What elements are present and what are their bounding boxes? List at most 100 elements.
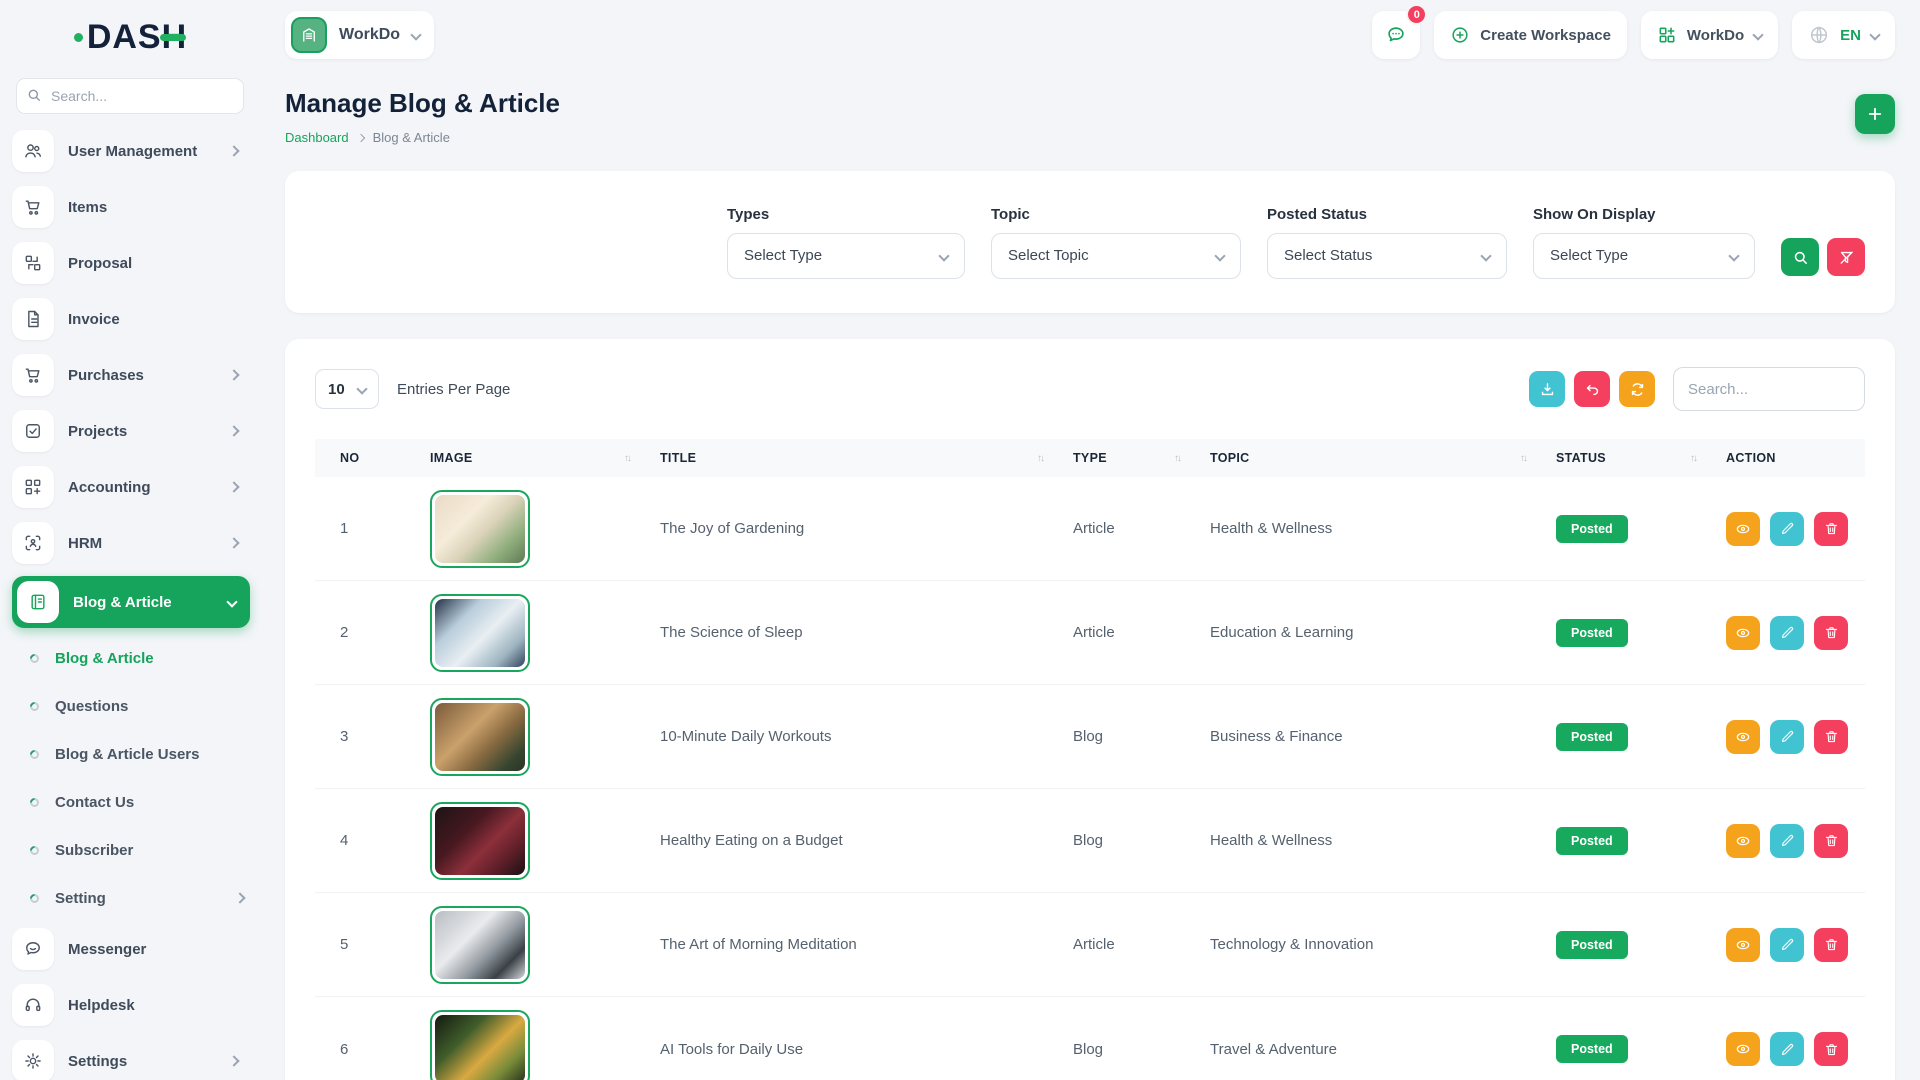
sidebar-search bbox=[16, 78, 244, 114]
sidebar-item-invoice[interactable]: Invoice bbox=[12, 296, 250, 342]
table-tools bbox=[1529, 367, 1865, 411]
status-select[interactable]: Select Status bbox=[1267, 233, 1507, 279]
col-type[interactable]: TYPE↑↓ bbox=[1073, 451, 1210, 465]
edit-button[interactable] bbox=[1770, 720, 1804, 754]
col-title[interactable]: TITLE↑↓ bbox=[660, 451, 1073, 465]
sidebar-item-proposal[interactable]: Proposal bbox=[12, 240, 250, 286]
view-button[interactable] bbox=[1726, 824, 1760, 858]
status-badge: Posted bbox=[1556, 619, 1628, 647]
view-button[interactable] bbox=[1726, 616, 1760, 650]
entries-per-page: 10 Entries Per Page bbox=[315, 369, 510, 409]
display-select[interactable]: Select Type bbox=[1533, 233, 1755, 279]
table-search bbox=[1673, 367, 1865, 411]
refresh-button[interactable] bbox=[1619, 371, 1655, 407]
sidebar-item-accounting[interactable]: Accounting bbox=[12, 464, 250, 510]
chevron-down-icon bbox=[1214, 250, 1225, 261]
sidebar-item-label: User Management bbox=[68, 143, 216, 160]
subitem-setting[interactable]: Setting bbox=[24, 878, 250, 918]
trash-icon bbox=[1824, 729, 1839, 744]
sidebar-item-hrm[interactable]: HRM bbox=[12, 520, 250, 566]
app-launcher-button[interactable]: WorkDo bbox=[1641, 11, 1778, 59]
delete-button[interactable] bbox=[1814, 928, 1848, 962]
filter-reset-button[interactable] bbox=[1827, 238, 1865, 276]
subitem-label: Contact Us bbox=[55, 794, 250, 811]
table-row: 1 The Joy of Gardening Article Health & … bbox=[315, 477, 1865, 581]
chevron-down-icon bbox=[410, 29, 421, 40]
app-launcher-label: WorkDo bbox=[1687, 27, 1744, 44]
messages-button[interactable]: 0 bbox=[1372, 11, 1420, 59]
sidebar-item-blog-article[interactable]: Blog & Article bbox=[12, 576, 250, 628]
sidebar-item-label: Settings bbox=[68, 1053, 216, 1070]
subitem-label: Setting bbox=[55, 890, 220, 907]
sidebar-item-purchases[interactable]: Purchases bbox=[12, 352, 250, 398]
col-status[interactable]: STATUS↑↓ bbox=[1556, 451, 1726, 465]
add-blog-button[interactable] bbox=[1855, 94, 1895, 134]
sidebar-item-label: Helpdesk bbox=[68, 997, 238, 1014]
workspace-selector[interactable]: WorkDo bbox=[285, 11, 434, 59]
edit-button[interactable] bbox=[1770, 1032, 1804, 1066]
edit-button[interactable] bbox=[1770, 824, 1804, 858]
filter-search-button[interactable] bbox=[1781, 238, 1819, 276]
view-button[interactable] bbox=[1726, 720, 1760, 754]
view-button[interactable] bbox=[1726, 928, 1760, 962]
col-image[interactable]: IMAGE↑↓ bbox=[430, 451, 660, 465]
topic-select[interactable]: Select Topic bbox=[991, 233, 1241, 279]
filter-actions bbox=[1781, 238, 1865, 276]
chevron-right-icon bbox=[234, 892, 245, 903]
export-button[interactable] bbox=[1529, 371, 1565, 407]
subitem-questions[interactable]: Questions bbox=[24, 686, 250, 726]
display-select-value: Select Type bbox=[1550, 247, 1628, 264]
delete-button[interactable] bbox=[1814, 512, 1848, 546]
subitem-contact-us[interactable]: Contact Us bbox=[24, 782, 250, 822]
delete-button[interactable] bbox=[1814, 824, 1848, 858]
delete-button[interactable] bbox=[1814, 720, 1848, 754]
view-button[interactable] bbox=[1726, 1032, 1760, 1066]
subitem-label: Subscriber bbox=[55, 842, 250, 859]
row-type: Article bbox=[1073, 936, 1210, 953]
subitem-blog-article-users[interactable]: Blog & Article Users bbox=[24, 734, 250, 774]
col-topic[interactable]: TOPIC↑↓ bbox=[1210, 451, 1556, 465]
sidebar-item-items[interactable]: Items bbox=[12, 184, 250, 230]
subitem-label: Questions bbox=[55, 698, 250, 715]
grid-plus-icon bbox=[1657, 25, 1677, 45]
sidebar-item-projects[interactable]: Projects bbox=[12, 408, 250, 454]
sidebar-item-label: Blog & Article bbox=[73, 594, 214, 611]
undo-button[interactable] bbox=[1574, 371, 1610, 407]
table-search-input[interactable] bbox=[1673, 367, 1865, 411]
types-select[interactable]: Select Type bbox=[727, 233, 965, 279]
filter-status-label: Posted Status bbox=[1267, 206, 1507, 223]
edit-button[interactable] bbox=[1770, 616, 1804, 650]
create-workspace-label: Create Workspace bbox=[1480, 27, 1611, 44]
language-selector[interactable]: EN bbox=[1792, 11, 1895, 59]
edit-button[interactable] bbox=[1770, 512, 1804, 546]
subitem-subscriber[interactable]: Subscriber bbox=[24, 830, 250, 870]
grid-plus-icon bbox=[12, 466, 54, 508]
subitem-blog-article[interactable]: Blog & Article bbox=[24, 638, 250, 678]
users-icon bbox=[12, 130, 54, 172]
delete-button[interactable] bbox=[1814, 1032, 1848, 1066]
sidebar-item-helpdesk[interactable]: Helpdesk bbox=[12, 982, 250, 1028]
topbar: WorkDo 0 Create Workspace WorkDo bbox=[285, 12, 1895, 58]
row-no: 6 bbox=[340, 1041, 430, 1058]
trash-icon bbox=[1824, 937, 1839, 952]
table-row: 4 Healthy Eating on a Budget Blog Health… bbox=[315, 789, 1865, 893]
col-action: ACTION bbox=[1726, 451, 1865, 465]
row-thumbnail bbox=[430, 698, 530, 776]
row-thumbnail bbox=[430, 802, 530, 880]
status-badge: Posted bbox=[1556, 1035, 1628, 1063]
chat-bubble-icon bbox=[12, 928, 54, 970]
sort-icon: ↑↓ bbox=[1174, 453, 1180, 464]
row-topic: Health & Wellness bbox=[1210, 520, 1556, 537]
create-workspace-button[interactable]: Create Workspace bbox=[1434, 11, 1627, 59]
edit-button[interactable] bbox=[1770, 928, 1804, 962]
sort-icon: ↑↓ bbox=[624, 453, 630, 464]
row-topic: Education & Learning bbox=[1210, 624, 1556, 641]
sidebar-item-settings[interactable]: Settings bbox=[12, 1038, 250, 1080]
sidebar-item-messenger[interactable]: Messenger bbox=[12, 926, 250, 972]
entries-select[interactable]: 10 bbox=[315, 369, 379, 409]
breadcrumb-dashboard[interactable]: Dashboard bbox=[285, 130, 349, 145]
sidebar-search-input[interactable] bbox=[16, 78, 244, 114]
sidebar-item-user-management[interactable]: User Management bbox=[12, 128, 250, 174]
delete-button[interactable] bbox=[1814, 616, 1848, 650]
view-button[interactable] bbox=[1726, 512, 1760, 546]
